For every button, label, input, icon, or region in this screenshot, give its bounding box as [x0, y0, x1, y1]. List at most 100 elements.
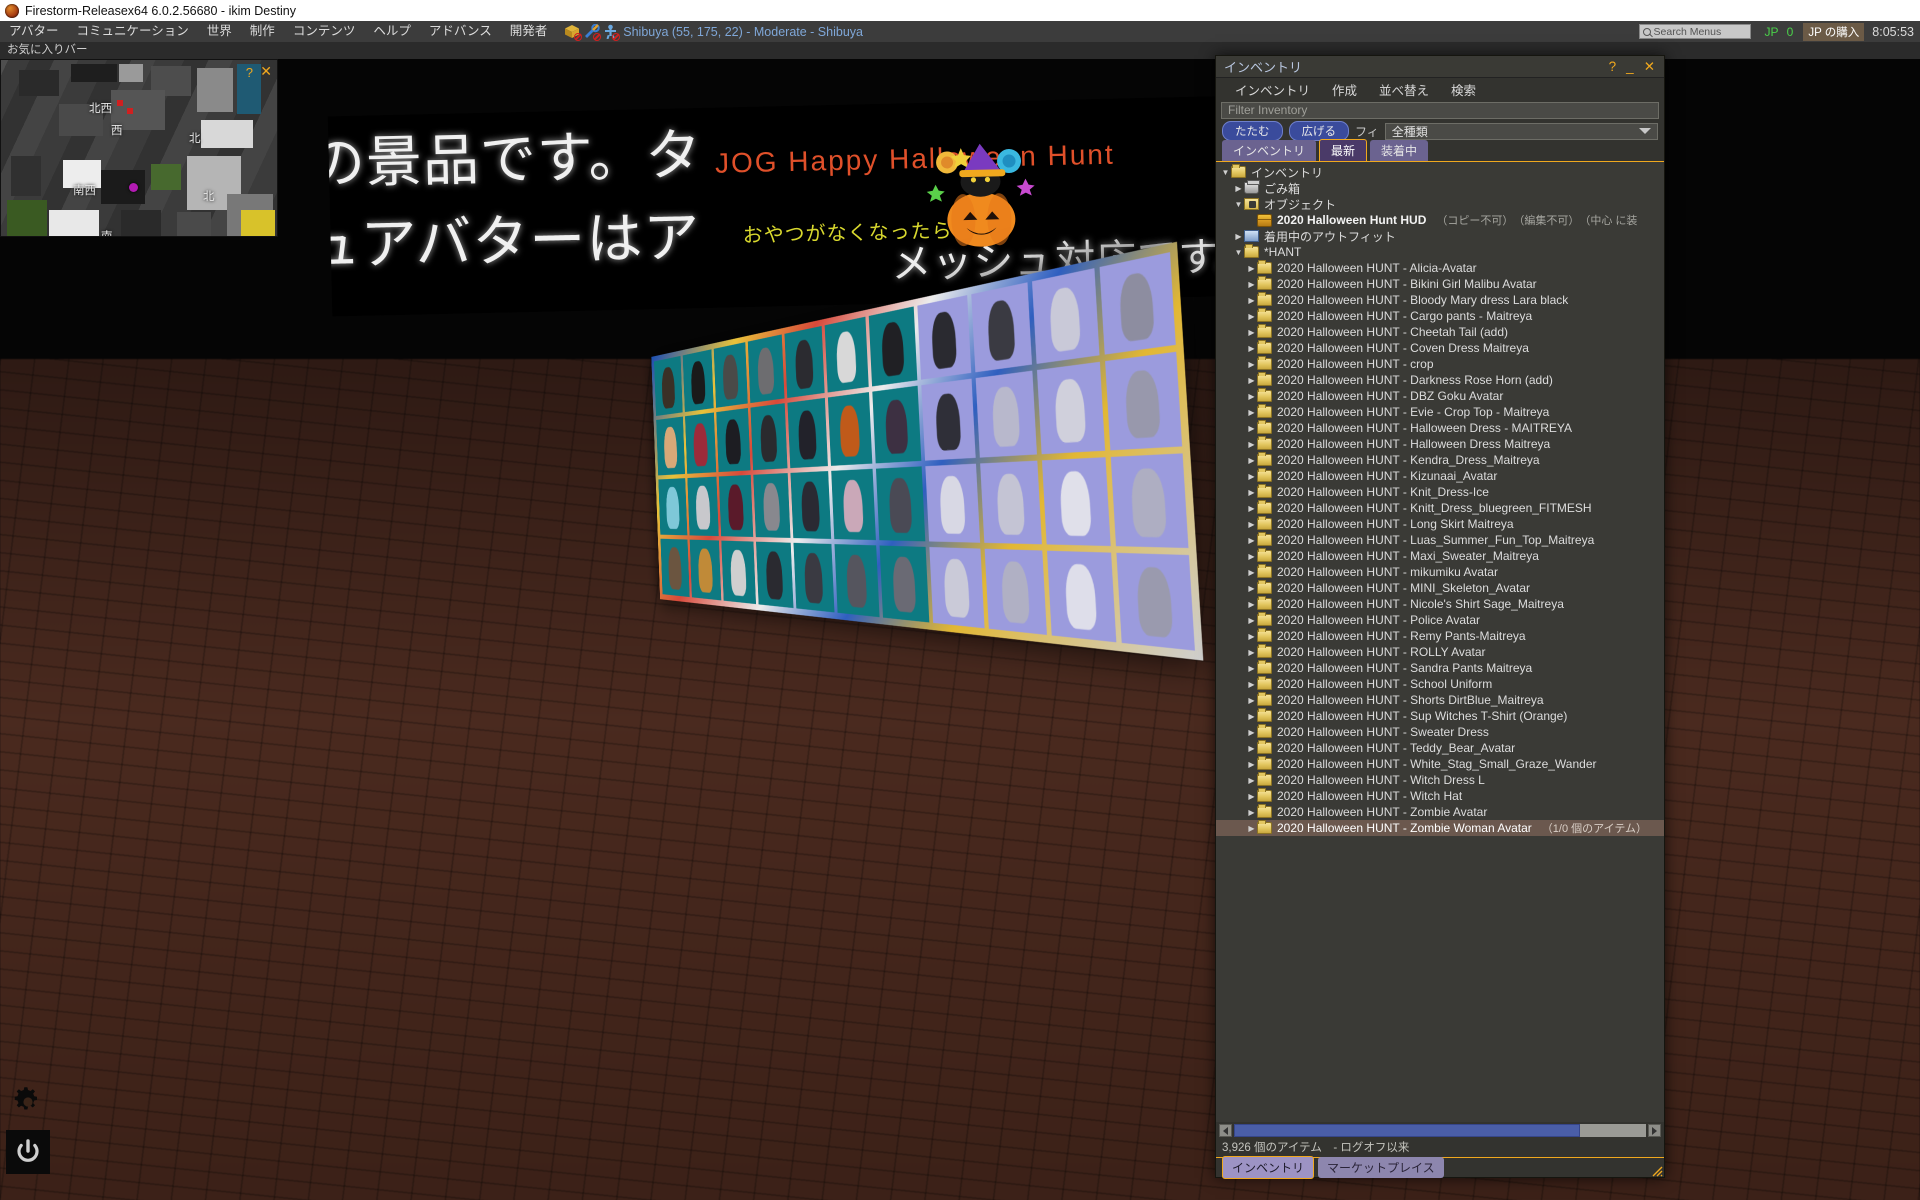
inventory-bottom-tab-1[interactable]: マーケットプレイス	[1318, 1157, 1444, 1178]
chevron-right-icon[interactable]: ▶	[1246, 296, 1257, 305]
chevron-right-icon[interactable]: ▶	[1246, 312, 1257, 321]
display-wall-tile[interactable]	[718, 474, 754, 537]
display-wall-tile[interactable]	[872, 385, 922, 464]
chevron-right-icon[interactable]: ▶	[1246, 744, 1257, 753]
display-wall-tile[interactable]	[1041, 456, 1111, 546]
inventory-row[interactable]: ▶ 着用中のアウトフィット	[1216, 228, 1664, 244]
inventory-tab-2[interactable]: 装着中	[1370, 140, 1429, 161]
inventory-row[interactable]: ▶ 2020 Halloween HUNT - Darkness Rose Hor…	[1216, 372, 1664, 388]
display-wall-tile[interactable]	[917, 295, 972, 380]
display-wall-tile[interactable]	[925, 463, 981, 543]
display-wall-tile[interactable]	[824, 316, 869, 393]
chevron-right-icon[interactable]: ▶	[1246, 456, 1257, 465]
chevron-right-icon[interactable]: ▶	[1246, 776, 1257, 785]
chevron-right-icon[interactable]: ▶	[1246, 584, 1257, 593]
collapse-all-button[interactable]: たたむ	[1222, 121, 1283, 141]
inventory-row[interactable]: ▶ ごみ箱	[1216, 180, 1664, 196]
inventory-floater[interactable]: インベントリ ? _ ✕ インベントリ 作成 並べ替え 検索 Filter Inven…	[1215, 55, 1665, 1179]
inventory-row[interactable]: ▶ 2020 Halloween HUNT - Sandra Pants Mait…	[1216, 660, 1664, 676]
inventory-row[interactable]: ▶ 2020 Halloween HUNT - Shorts DirtBlue_M…	[1216, 692, 1664, 708]
inventory-row[interactable]: ▶ 2020 Halloween HUNT - ROLLY Avatar	[1216, 644, 1664, 660]
display-wall-tile[interactable]	[687, 476, 719, 536]
display-wall-tile[interactable]	[658, 477, 688, 536]
inventory-menu-3[interactable]: 検索	[1440, 80, 1487, 99]
chevron-right-icon[interactable]: ▶	[1246, 520, 1257, 529]
chevron-down-icon[interactable]: ▼	[1220, 168, 1231, 177]
inventory-row[interactable]: ▶ 2020 Halloween HUNT - Kizunaai_Avatar	[1216, 468, 1664, 484]
chevron-right-icon[interactable]: ▶	[1246, 472, 1257, 481]
chevron-right-icon[interactable]: ▶	[1246, 568, 1257, 577]
inventory-tree-list[interactable]: ▼ インベントリ ▶ ごみ箱 ▼ オブジェクト 2020 Halloween Hunt HU…	[1216, 162, 1664, 1122]
inventory-row[interactable]: ▶ 2020 Halloween HUNT - Witch Hat	[1216, 788, 1664, 804]
chevron-right-icon[interactable]: ▶	[1246, 408, 1257, 417]
inventory-row-selected[interactable]: ▶ 2020 Halloween HUNT - Zombie Woman Avat…	[1216, 820, 1664, 836]
inventory-menu-0[interactable]: インベントリ	[1224, 80, 1321, 99]
display-wall-tile[interactable]	[980, 460, 1042, 545]
inventory-menu-1[interactable]: 作成	[1321, 80, 1368, 99]
display-wall-tile[interactable]	[787, 398, 828, 468]
menu-item-2[interactable]: 世界	[198, 21, 241, 42]
inventory-row[interactable]: ▶ 2020 Halloween HUNT - Alicia-Avatar	[1216, 260, 1664, 276]
display-wall-tile[interactable]	[875, 465, 926, 542]
display-wall-tile[interactable]	[747, 334, 785, 404]
display-wall-tile[interactable]	[921, 378, 976, 461]
inventory-row[interactable]: ▶ 2020 Halloween HUNT - Evie - Crop Top -…	[1216, 404, 1664, 420]
display-wall-tile[interactable]	[656, 416, 686, 476]
inventory-row[interactable]: ▶ 2020 Halloween HUNT - MINI_Skeleton_Ava…	[1216, 580, 1664, 596]
inventory-row[interactable]: ▶ 2020 Halloween HUNT - Kendra_Dress_Mait…	[1216, 452, 1664, 468]
display-wall-tile[interactable]	[790, 470, 832, 539]
display-wall-tile[interactable]	[682, 349, 714, 413]
inventory-help-icon[interactable]: ?	[1604, 59, 1622, 74]
inventory-row[interactable]: ▶ 2020 Halloween HUNT - mikumiku Avatar	[1216, 564, 1664, 580]
expand-all-button[interactable]: 広げる	[1288, 121, 1349, 141]
inventory-row[interactable]: ▶ 2020 Halloween HUNT - Nicole's Shirt Sa…	[1216, 596, 1664, 612]
inventory-row[interactable]: 2020 Halloween Hunt HUD （コピー不可） （編集不可） （中…	[1216, 212, 1664, 228]
inventory-minimize-icon[interactable]: _	[1621, 59, 1639, 74]
chevron-right-icon[interactable]: ▶	[1246, 616, 1257, 625]
display-wall-tile[interactable]	[1031, 268, 1100, 365]
menu-item-3[interactable]: 制作	[241, 21, 284, 42]
chevron-right-icon[interactable]: ▶	[1246, 792, 1257, 801]
inventory-row[interactable]: ▶ 2020 Halloween HUNT - Luas_Summer_Fun_T…	[1216, 532, 1664, 548]
minimap-canvas[interactable]	[1, 60, 277, 236]
chevron-down-icon[interactable]: ▼	[1233, 248, 1244, 257]
display-wall-tile[interactable]	[975, 370, 1037, 458]
inventory-row[interactable]: ▶ 2020 Halloween HUNT - Knit_Dress-Ice	[1216, 484, 1664, 500]
chevron-right-icon[interactable]: ▶	[1246, 392, 1257, 401]
inventory-row[interactable]: ▶ 2020 Halloween HUNT - Coven Dress Maitr…	[1216, 340, 1664, 356]
inventory-row[interactable]: ▶ 2020 Halloween HUNT - Cheetah Tail (add…	[1216, 324, 1664, 340]
display-wall-tile[interactable]	[689, 539, 722, 601]
inventory-row[interactable]: ▶ 2020 Halloween HUNT - Teddy_Bear_Avatar	[1216, 740, 1664, 756]
inventory-row[interactable]: ▶ 2020 Halloween HUNT - Sup Witches T-Shi…	[1216, 708, 1664, 724]
menu-item-7[interactable]: 開発者	[501, 21, 557, 42]
display-wall-tile[interactable]	[721, 540, 756, 605]
display-wall-tile[interactable]	[793, 542, 835, 613]
chevron-right-icon[interactable]: ▶	[1246, 712, 1257, 721]
chevron-right-icon[interactable]: ▶	[1233, 184, 1244, 193]
inventory-bottom-tab-0[interactable]: インベントリ	[1222, 1156, 1315, 1179]
resize-grip[interactable]	[1651, 1164, 1663, 1177]
chevron-right-icon[interactable]: ▶	[1246, 552, 1257, 561]
display-wall-tile[interactable]	[660, 538, 690, 598]
chevron-right-icon[interactable]: ▶	[1246, 696, 1257, 705]
inventory-row[interactable]: ▶ 2020 Halloween HUNT - Sweater Dress	[1216, 724, 1664, 740]
display-wall-tile[interactable]	[753, 472, 791, 538]
inventory-tab-0[interactable]: インベントリ	[1222, 140, 1317, 161]
minimap-close-icon[interactable]: ✕	[260, 63, 272, 80]
chevron-right-icon[interactable]: ▶	[1246, 824, 1257, 833]
chevron-right-icon[interactable]: ▶	[1246, 280, 1257, 289]
inventory-row[interactable]: ▼ インベントリ	[1216, 164, 1664, 180]
inventory-row[interactable]: ▶ 2020 Halloween HUNT - White_Stag_Small_…	[1216, 756, 1664, 772]
chevron-right-icon[interactable]: ▶	[1246, 376, 1257, 385]
minimap-help-icon[interactable]: ?	[246, 65, 253, 80]
type-filter-dropdown[interactable]: 全種類	[1384, 122, 1658, 140]
chevron-right-icon[interactable]: ▶	[1246, 488, 1257, 497]
chevron-right-icon[interactable]: ▶	[1246, 536, 1257, 545]
display-wall-tile[interactable]	[1110, 452, 1189, 548]
search-menus-input[interactable]: Search Menus	[1638, 24, 1751, 39]
chevron-right-icon[interactable]: ▶	[1246, 504, 1257, 513]
inventory-row[interactable]: ▶ 2020 Halloween HUNT - Bikini Girl Malib…	[1216, 276, 1664, 292]
chevron-right-icon[interactable]: ▶	[1246, 328, 1257, 337]
inventory-row[interactable]: ▶ 2020 Halloween HUNT - Bloody Mary dress…	[1216, 292, 1664, 308]
display-wall-tile[interactable]	[868, 306, 918, 387]
